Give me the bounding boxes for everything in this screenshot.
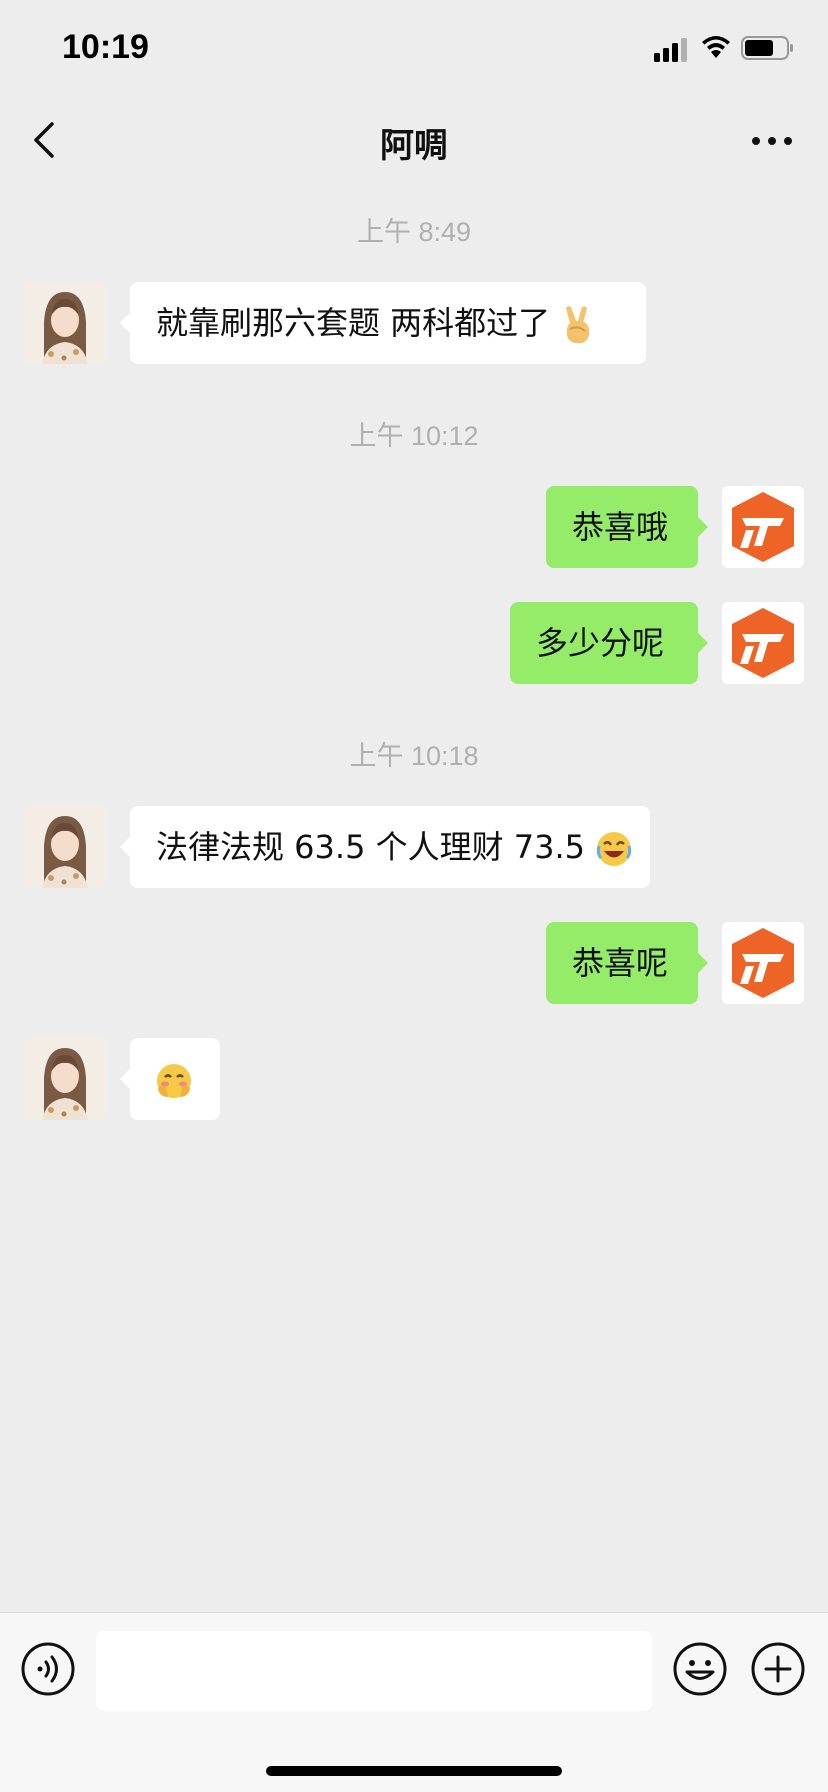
wifi-icon xyxy=(702,36,730,58)
victory-hand-icon xyxy=(566,306,590,343)
message-bubble-incoming[interactable]: 法律法规 63.5 个人理财 73.5 xyxy=(120,806,650,888)
status-time: 10:19 xyxy=(62,28,149,66)
message-text: 恭喜呢 xyxy=(572,944,669,982)
more-options-icon[interactable] xyxy=(748,126,796,156)
shy-face-icon xyxy=(157,1064,191,1098)
message-bubble-incoming[interactable] xyxy=(120,1038,220,1120)
chat-title: 阿啁 xyxy=(380,126,448,166)
contact-avatar-image xyxy=(24,282,106,364)
add-more-icon[interactable] xyxy=(750,1641,806,1697)
message-text: 恭喜哦 xyxy=(572,508,669,546)
brand-logo-icon xyxy=(722,486,804,568)
status-bar: 10:19 xyxy=(0,0,828,96)
my-avatar[interactable] xyxy=(722,602,804,684)
battery-icon xyxy=(741,36,793,60)
message-input[interactable] xyxy=(96,1631,652,1711)
timestamp: 上午 10:18 xyxy=(349,741,479,771)
contact-avatar[interactable] xyxy=(24,806,106,888)
my-avatar[interactable] xyxy=(722,922,804,1004)
contact-avatar-image xyxy=(24,806,106,888)
emoji-picker-icon[interactable] xyxy=(672,1641,728,1697)
message-bubble-outgoing[interactable]: 恭喜哦 xyxy=(546,486,708,568)
timestamp: 上午 8:49 xyxy=(356,217,472,247)
message-bubble-incoming[interactable]: 就靠刷那六套题 两科都过了 xyxy=(120,282,646,364)
voice-input-icon[interactable] xyxy=(20,1641,76,1697)
contact-avatar-image xyxy=(24,1038,106,1120)
message-bubble-outgoing[interactable]: 恭喜呢 xyxy=(546,922,708,1004)
message-text: 多少分呢 xyxy=(536,624,665,662)
my-avatar[interactable] xyxy=(722,486,804,568)
message-text: 法律法规 63.5 个人理财 73.5 xyxy=(156,828,586,866)
contact-avatar[interactable] xyxy=(24,1038,106,1120)
contact-avatar[interactable] xyxy=(24,282,106,364)
home-indicator[interactable] xyxy=(266,1766,562,1776)
brand-logo-icon xyxy=(722,602,804,684)
brand-logo-icon xyxy=(722,922,804,1004)
message-bubble-outgoing[interactable]: 多少分呢 xyxy=(510,602,708,684)
message-text: 就靠刷那六套题 两科都过了 xyxy=(156,304,551,342)
rolling-laughing-icon xyxy=(597,832,632,866)
signal-icon xyxy=(654,38,687,62)
timestamp: 上午 10:12 xyxy=(349,421,479,451)
input-bar xyxy=(0,1612,828,1792)
nav-bar: 阿啁 xyxy=(0,96,828,184)
